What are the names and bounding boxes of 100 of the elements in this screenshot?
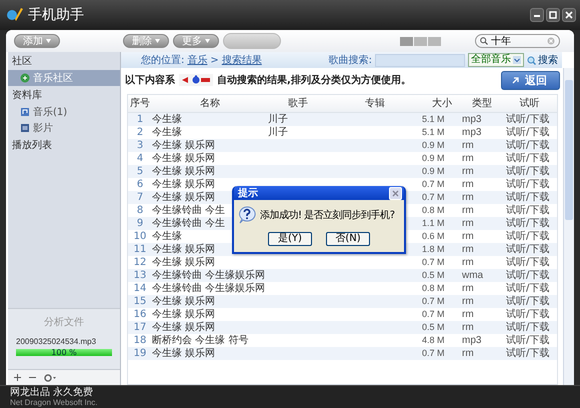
- row-number: 5: [136, 165, 144, 178]
- row-number: 13: [132, 269, 148, 282]
- close-icon: [564, 10, 574, 20]
- song-name: 今生缘 娱乐网: [152, 152, 216, 165]
- file-type: rm: [462, 295, 475, 308]
- breadcrumb-link[interactable]: 搜索结果: [222, 53, 262, 67]
- listen-download-link[interactable]: 试听/下载: [506, 296, 550, 307]
- notice-text: 以下内容系: [125, 73, 175, 87]
- file-size: 1.1 M: [422, 217, 446, 230]
- listen-download-link[interactable]: 试听/下载: [506, 335, 550, 346]
- caret-icon: [155, 39, 160, 43]
- column-header: 专辑: [364, 97, 386, 110]
- file-size: 0.7 M: [422, 347, 446, 360]
- row-number: 11: [132, 243, 148, 256]
- file-size: 5.1 M: [422, 126, 446, 139]
- file-type: rm: [462, 178, 475, 191]
- back-button[interactable]: 返回: [501, 70, 560, 90]
- file-size: 0.9 M: [422, 152, 446, 165]
- column-header: 大小: [431, 97, 453, 110]
- clear-icon: [547, 37, 555, 45]
- listen-download-link[interactable]: 试听/下载: [506, 348, 550, 359]
- listen-download-link[interactable]: 试听/下载: [506, 127, 550, 138]
- row-number: 6: [136, 178, 144, 191]
- row-number: 18: [132, 334, 148, 347]
- listen-download-link[interactable]: 试听/下载: [506, 244, 550, 255]
- file-type: wma: [462, 269, 484, 282]
- add-icon: [14, 374, 21, 381]
- listen-download-link[interactable]: 试听/下载: [506, 283, 550, 294]
- song-name: 今生缘铃曲 今生: [152, 204, 226, 217]
- file-type: mp3: [462, 334, 482, 347]
- film-icon: [20, 123, 30, 133]
- search-icon: [480, 37, 488, 45]
- search-field[interactable]: 十年: [475, 34, 560, 48]
- column-header: 序号: [129, 97, 151, 110]
- song-search-field[interactable]: [375, 54, 465, 66]
- row-number: 15: [132, 295, 148, 308]
- song-name: 今生缘 娱乐网: [152, 139, 216, 152]
- row-number: 4: [136, 152, 144, 165]
- song-name: 今生缘铃曲 今生: [152, 217, 226, 230]
- listen-download-link[interactable]: 试听/下载: [506, 231, 550, 242]
- listen-download-link[interactable]: 试听/下载: [506, 153, 550, 164]
- sidebar-heading: 播放列表: [11, 138, 53, 153]
- breadcrumb-link[interactable]: 音乐: [187, 53, 208, 67]
- file-size: 4.8 M: [422, 334, 446, 347]
- file-type: rm: [462, 347, 475, 360]
- file-type: rm: [462, 204, 475, 217]
- file-size: 0.9 M: [422, 165, 446, 178]
- file-type: rm: [462, 321, 475, 334]
- breadcrumb-separator: >: [210, 54, 219, 66]
- file-type: rm: [462, 165, 475, 178]
- minimize-button[interactable]: [530, 8, 544, 22]
- listen-download-link[interactable]: 试听/下载: [506, 192, 550, 203]
- file-type: rm: [462, 230, 475, 243]
- song-name: 今生缘 娱乐网: [152, 256, 216, 269]
- file-type: rm: [462, 308, 475, 321]
- singer-name: 川子: [268, 126, 288, 139]
- listen-download-link[interactable]: 试听/下载: [506, 270, 550, 281]
- file-size: 0.5 M: [422, 321, 446, 334]
- song-name: 今生缘 娱乐网: [152, 295, 216, 308]
- search-button[interactable]: 搜索: [527, 53, 558, 67]
- row-number: 9: [136, 217, 144, 230]
- listen-download-link[interactable]: 试听/下载: [506, 114, 550, 125]
- scope-dropdown[interactable]: 全部音乐: [468, 53, 524, 67]
- column-header: 类型: [471, 97, 493, 110]
- song-name: 今生缘 娱乐网: [152, 165, 216, 178]
- scrollbar[interactable]: [563, 68, 574, 385]
- file-name: 20090325024534.mp3: [15, 337, 98, 346]
- view-switcher[interactable]: [400, 36, 441, 46]
- file-size: 0.7 M: [422, 295, 446, 308]
- row-number: 12: [132, 256, 148, 269]
- sidebar-item[interactable]: 影片: [8, 120, 120, 136]
- file-type: rm: [462, 217, 475, 230]
- dialog-button[interactable]: 是(Y): [268, 232, 312, 246]
- listen-download-link[interactable]: 试听/下载: [506, 166, 550, 177]
- listen-download-link[interactable]: 试听/下载: [506, 322, 550, 333]
- column-header: 试听: [518, 97, 540, 110]
- row-number: 7: [136, 191, 144, 204]
- song-name: 今生缘 娱乐网: [152, 321, 216, 334]
- maximize-button[interactable]: [546, 8, 560, 22]
- sidebar-heading: 社区: [11, 54, 33, 69]
- listen-download-link[interactable]: 试听/下载: [506, 309, 550, 320]
- scroll-thumb[interactable]: [565, 80, 573, 220]
- listen-download-link[interactable]: 试听/下载: [506, 179, 550, 190]
- close-button[interactable]: [562, 8, 576, 22]
- sidebar-item[interactable]: 音乐(1): [8, 104, 120, 120]
- listen-download-link[interactable]: 试听/下载: [506, 140, 550, 151]
- caret-icon: [205, 39, 210, 43]
- dialog-button[interactable]: 否(N): [326, 232, 370, 246]
- community-icon: [20, 73, 30, 83]
- file-type: rm: [462, 243, 475, 256]
- row-number: 17: [132, 321, 148, 334]
- sidebar-heading: 资料库: [11, 88, 43, 103]
- file-size: 0.6 M: [422, 230, 446, 243]
- song-name: 今生缘 娱乐网: [152, 243, 216, 256]
- listen-download-link[interactable]: 试听/下载: [506, 218, 550, 229]
- listen-download-link[interactable]: 试听/下载: [506, 257, 550, 268]
- row-number: 2: [136, 126, 144, 139]
- file-type: rm: [462, 282, 475, 295]
- listen-download-link[interactable]: 试听/下载: [506, 205, 550, 216]
- dropdown-icon: [513, 56, 521, 64]
